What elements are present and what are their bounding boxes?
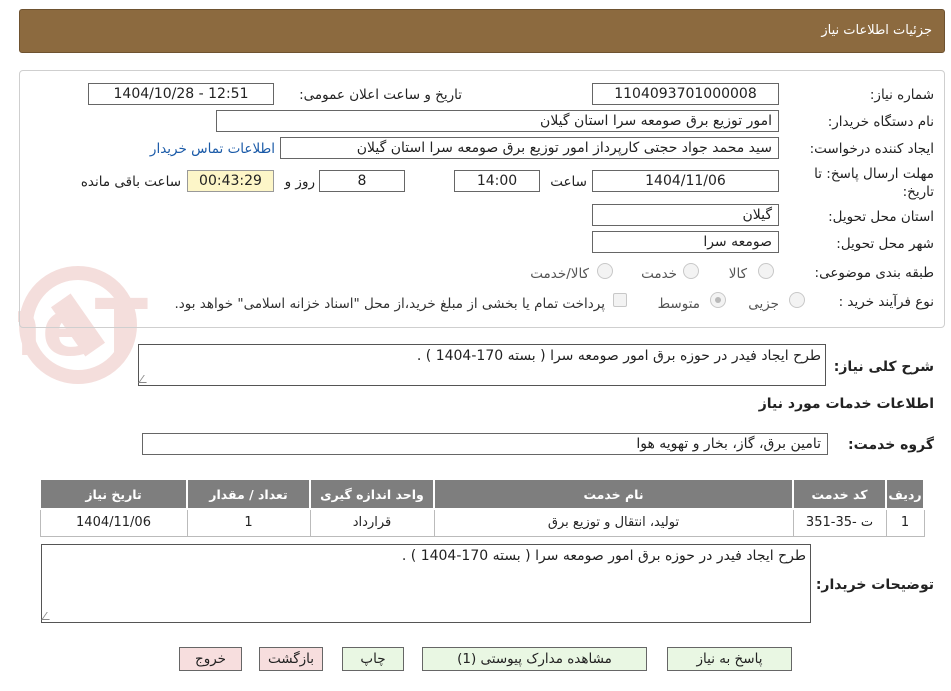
col-row: ردیف [885, 478, 925, 510]
services-table: ردیف کد خدمت نام خدمت واحد اندازه گیری ت… [39, 478, 925, 537]
deadline-time-field: 14:00 [454, 170, 540, 192]
summary-label: شرح کلی نیاز: [833, 359, 934, 375]
cell-need-date: 1404/11/06 [39, 508, 188, 537]
services-table-header: ردیف کد خدمت نام خدمت واحد اندازه گیری ت… [39, 478, 925, 510]
back-button[interactable]: بازگشت [259, 647, 323, 671]
process-type-label: نوع فرآیند خرید : [838, 294, 934, 310]
cell-code: ت -35-351 [792, 508, 887, 537]
summary-text: طرح ایجاد فیدر در حوزه برق امور صومعه سر… [416, 348, 821, 364]
exit-button[interactable]: خروج [179, 647, 242, 671]
deadline-label-date: تاریخ: [902, 184, 934, 200]
col-name: نام خدمت [433, 478, 794, 510]
buyer-org-field: امور توزیع برق صومعه سرا استان گیلان [216, 110, 779, 132]
city-label: شهر محل تحویل: [836, 236, 934, 252]
deadline-date-field: 1404/11/06 [592, 170, 779, 192]
category-both-radio[interactable] [597, 263, 613, 279]
remaining-time-label: ساعت باقی مانده [80, 174, 181, 190]
resize-grip-icon[interactable] [138, 375, 152, 383]
buyer-notes-textarea: طرح ایجاد فیدر در حوزه برق امور صومعه سر… [41, 544, 811, 623]
province-label: استان محل تحویل: [828, 209, 934, 225]
announce-date-field: 1404/10/28 - 12:51 [88, 83, 274, 105]
summary-textarea: طرح ایجاد فیدر در حوزه برق امور صومعه سر… [138, 344, 826, 386]
service-group-label: گروه خدمت: [848, 437, 934, 453]
days-remaining-field: 8 [319, 170, 405, 192]
category-goods-label: کالا [728, 266, 747, 282]
province-field: گیلان [592, 204, 779, 226]
requester-label: ایجاد کننده درخواست: [809, 141, 934, 157]
treasury-bonds-checkbox[interactable] [613, 293, 627, 307]
deadline-time-label: ساعت [550, 174, 587, 190]
resize-grip-icon[interactable] [41, 612, 55, 620]
cell-quantity: 1 [186, 508, 311, 537]
deadline-label: مهلت ارسال پاسخ: تا [814, 166, 934, 182]
category-service-radio[interactable] [683, 263, 699, 279]
category-label: طبقه بندی موضوعی: [814, 265, 934, 281]
page-title: جزئیات اطلاعات نیاز [821, 23, 932, 38]
buyer-contact-link[interactable]: اطلاعات تماس خریدار [150, 141, 275, 157]
category-both-label: کالا/خدمت [530, 266, 589, 282]
process-medium-label: متوسط [657, 296, 700, 312]
need-details-panel [19, 70, 945, 328]
process-minor-label: جزیی [748, 296, 779, 312]
cell-unit: قرارداد [309, 508, 435, 537]
col-need-date: تاریخ نیاز [39, 478, 188, 510]
announce-date-label: تاریخ و ساعت اعلان عمومی: [299, 87, 462, 103]
buyer-notes-label: توضیحات خریدار: [815, 577, 934, 593]
view-attachments-button[interactable]: مشاهده مدارک پیوستی (1) [422, 647, 647, 671]
city-field: صومعه سرا [592, 231, 779, 253]
cell-row: 1 [885, 508, 925, 537]
need-number-label: شماره نیاز: [869, 87, 934, 103]
need-number-field: 1104093701000008 [592, 83, 779, 105]
process-medium-radio[interactable] [710, 292, 726, 308]
col-unit: واحد اندازه گیری [309, 478, 435, 510]
treasury-bonds-note: پرداخت تمام یا بخشی از مبلغ خرید،از محل … [174, 296, 605, 312]
cell-name: تولید، انتقال و توزیع برق [433, 508, 794, 537]
process-minor-radio[interactable] [789, 292, 805, 308]
buyer-org-label: نام دستگاه خریدار: [827, 114, 934, 130]
reply-button[interactable]: پاسخ به نیاز [667, 647, 792, 671]
category-service-label: خدمت [641, 266, 677, 282]
days-label: روز و [284, 174, 315, 190]
service-group-field: تامین برق، گاز، بخار و تهویه هوا [142, 433, 828, 455]
remaining-time-field: 00:43:29 [187, 170, 274, 192]
page-header: جزئیات اطلاعات نیاز [19, 9, 945, 53]
table-row: 1 ت -35-351 تولید، انتقال و توزیع برق قر… [39, 508, 925, 537]
col-code: کد خدمت [792, 478, 887, 510]
services-section-title: اطلاعات خدمات مورد نیاز [758, 396, 934, 412]
col-quantity: تعداد / مقدار [186, 478, 311, 510]
requester-field: سید محمد جواد حجتی کارپرداز امور توزیع ب… [280, 137, 779, 159]
print-button[interactable]: چاپ [342, 647, 404, 671]
category-goods-radio[interactable] [758, 263, 774, 279]
buyer-notes-text: طرح ایجاد فیدر در حوزه برق امور صومعه سر… [401, 548, 806, 564]
